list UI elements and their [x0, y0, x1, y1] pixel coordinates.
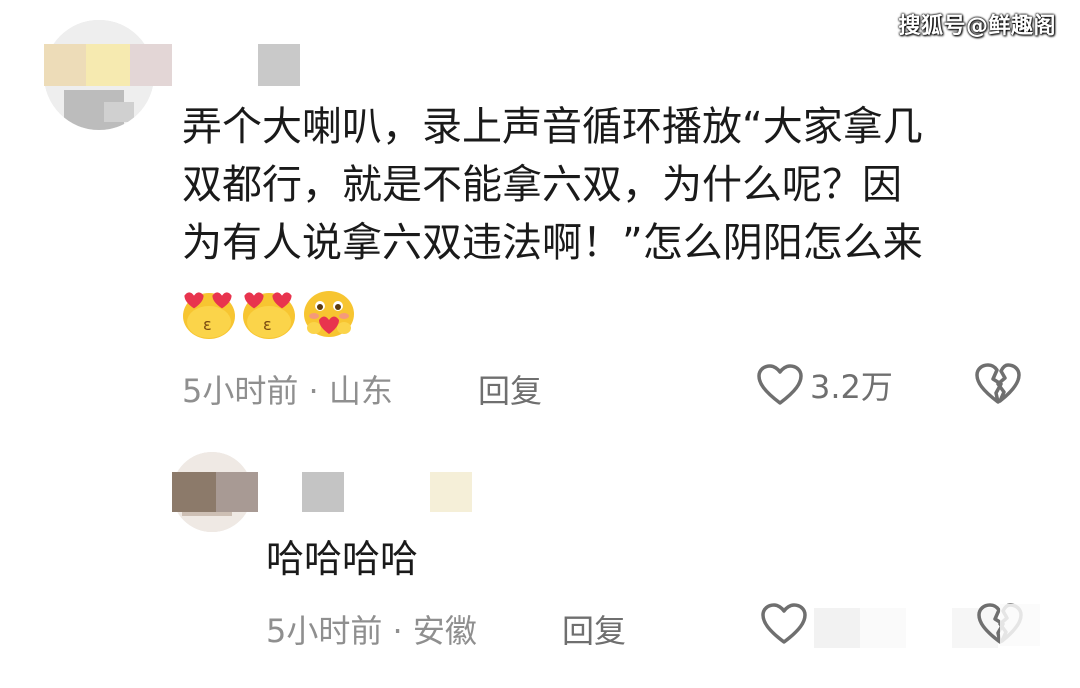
svg-text:ε: ε [203, 315, 212, 334]
like-count: 3.2万 [810, 368, 893, 406]
username-censored [44, 44, 300, 86]
heart-icon [761, 603, 807, 644]
reply-username-censored [172, 472, 472, 512]
hug-heart-emoji-icon [300, 286, 358, 340]
like-button[interactable] [760, 602, 808, 646]
reply-button[interactable]: 回复 [478, 366, 542, 412]
comment-line: 为有人说拿六双违法啊！”怎么阴阳怎么来 [182, 220, 923, 266]
watermark: 搜狐号@鲜趣阁 [898, 14, 1056, 39]
like-button[interactable]: 3.2万 [756, 362, 893, 408]
time-location: 5小时前 · 安徽 [266, 612, 477, 650]
censor-block [1000, 604, 1040, 646]
emoji-row: ε ε [180, 286, 358, 340]
dislike-button[interactable] [974, 362, 1022, 410]
comment-line: 弄个大喇叭，录上声音循环播放“大家拿几 [182, 104, 923, 150]
heart-eyes-kiss-emoji-icon: ε [180, 286, 238, 340]
reply-text: 哈哈哈哈 [266, 537, 419, 581]
comment-line: 双都行，就是不能拿六双，为什么呢？因 [182, 162, 902, 208]
comment-meta: 5小时前 · 山东 [182, 366, 393, 412]
time-location: 5小时前 · 山东 [182, 372, 393, 410]
svg-text:ε: ε [263, 315, 272, 334]
reply-button[interactable]: 回复 [562, 606, 626, 652]
heart-eyes-kiss-emoji-icon: ε [240, 286, 298, 340]
heart-icon [757, 364, 803, 405]
reply-meta: 5小时前 · 安徽 [266, 606, 477, 652]
broken-heart-icon [975, 363, 1021, 404]
comment-text: 弄个大喇叭，录上声音循环播放“大家拿几 双都行，就是不能拿六双，为什么呢？因 为… [182, 98, 1022, 272]
